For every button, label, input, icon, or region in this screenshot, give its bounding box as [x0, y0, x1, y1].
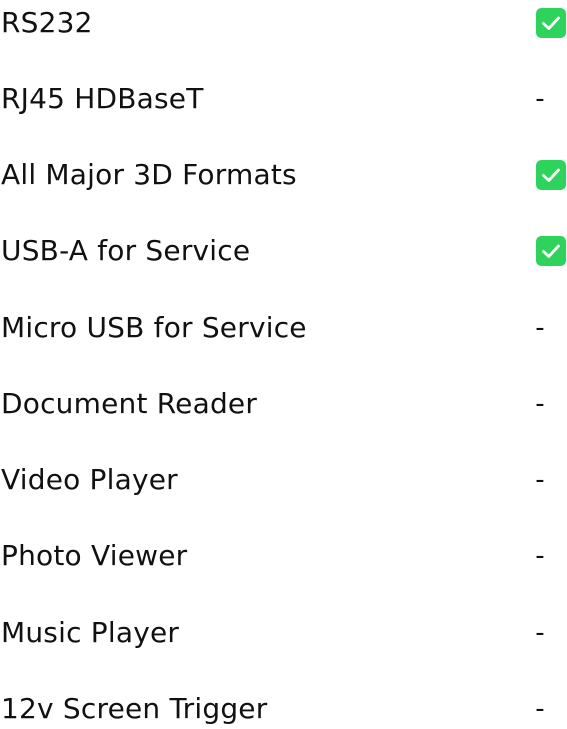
- feature-label: 12v Screen Trigger: [1, 692, 268, 725]
- not-available-dash: -: [535, 465, 545, 495]
- feature-label: Music Player: [1, 616, 180, 649]
- check-icon: [536, 8, 566, 38]
- feature-label: All Major 3D Formats: [1, 158, 297, 191]
- feature-label: Document Reader: [1, 387, 258, 420]
- feature-row-3d-formats: All Major 3D Formats: [0, 155, 567, 195]
- feature-row-video-player: Video Player -: [0, 460, 567, 500]
- feature-label: RS232: [1, 6, 93, 39]
- feature-label: RJ45 HDBaseT: [1, 82, 204, 115]
- feature-row-12v-screen-trigger: 12v Screen Trigger -: [0, 689, 567, 729]
- not-available-dash: -: [535, 389, 545, 419]
- feature-label: Micro USB for Service: [1, 311, 307, 344]
- not-available-dash: -: [535, 618, 545, 648]
- feature-list: RS232 RJ45 HDBaseT - All Major 3D Format…: [0, 0, 567, 728]
- check-icon: [536, 236, 566, 266]
- feature-row-usb-a-service: USB-A for Service: [0, 231, 567, 271]
- feature-row-micro-usb-service: Micro USB for Service -: [0, 308, 567, 348]
- feature-row-document-reader: Document Reader -: [0, 384, 567, 424]
- feature-label: Video Player: [1, 463, 178, 496]
- check-icon: [536, 160, 566, 190]
- feature-row-music-player: Music Player -: [0, 613, 567, 653]
- not-available-dash: -: [535, 84, 545, 114]
- not-available-dash: -: [535, 313, 545, 343]
- not-available-dash: -: [535, 694, 545, 724]
- feature-row-photo-viewer: Photo Viewer -: [0, 536, 567, 576]
- feature-row-rj45-hdbaset: RJ45 HDBaseT -: [0, 79, 567, 119]
- feature-row-rs232: RS232: [0, 3, 567, 43]
- not-available-dash: -: [535, 541, 545, 571]
- feature-label: USB-A for Service: [1, 234, 251, 267]
- feature-label: Photo Viewer: [1, 539, 188, 572]
